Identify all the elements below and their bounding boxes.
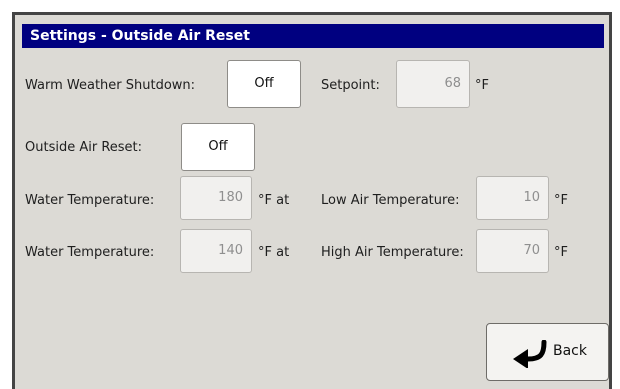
warm-weather-shutdown-label: Warm Weather Shutdown: — [25, 78, 196, 93]
water-temperature-high-unit: °F at — [258, 245, 290, 260]
setpoint-field[interactable]: 68 — [396, 60, 470, 108]
water-temperature-low-label: Water Temperature: — [25, 193, 155, 208]
low-air-temperature-field[interactable]: 10 — [476, 176, 549, 220]
low-air-temperature-label: Low Air Temperature: — [321, 193, 460, 208]
outside-air-reset-label: Outside Air Reset: — [25, 140, 143, 155]
high-air-temperature-unit: °F — [554, 245, 568, 260]
water-temperature-low-field[interactable]: 180 — [180, 176, 252, 220]
warm-weather-shutdown-toggle[interactable]: Off — [227, 60, 301, 108]
window-title: Settings - Outside Air Reset — [22, 24, 604, 48]
back-button-label: Back — [553, 343, 587, 359]
settings-panel: Settings - Outside Air Reset Warm Weathe… — [12, 12, 612, 389]
outside-air-reset-toggle[interactable]: Off — [181, 123, 255, 171]
low-air-temperature-unit: °F — [554, 193, 568, 208]
setpoint-unit: °F — [475, 78, 489, 93]
water-temperature-high-label: Water Temperature: — [25, 245, 155, 260]
back-button[interactable]: Back — [486, 323, 609, 381]
high-air-temperature-label: High Air Temperature: — [321, 245, 464, 260]
water-temperature-low-unit: °F at — [258, 193, 290, 208]
high-air-temperature-field[interactable]: 70 — [476, 229, 549, 273]
back-arrow-icon — [513, 340, 547, 368]
water-temperature-high-field[interactable]: 140 — [180, 229, 252, 273]
setpoint-label: Setpoint: — [321, 78, 380, 93]
